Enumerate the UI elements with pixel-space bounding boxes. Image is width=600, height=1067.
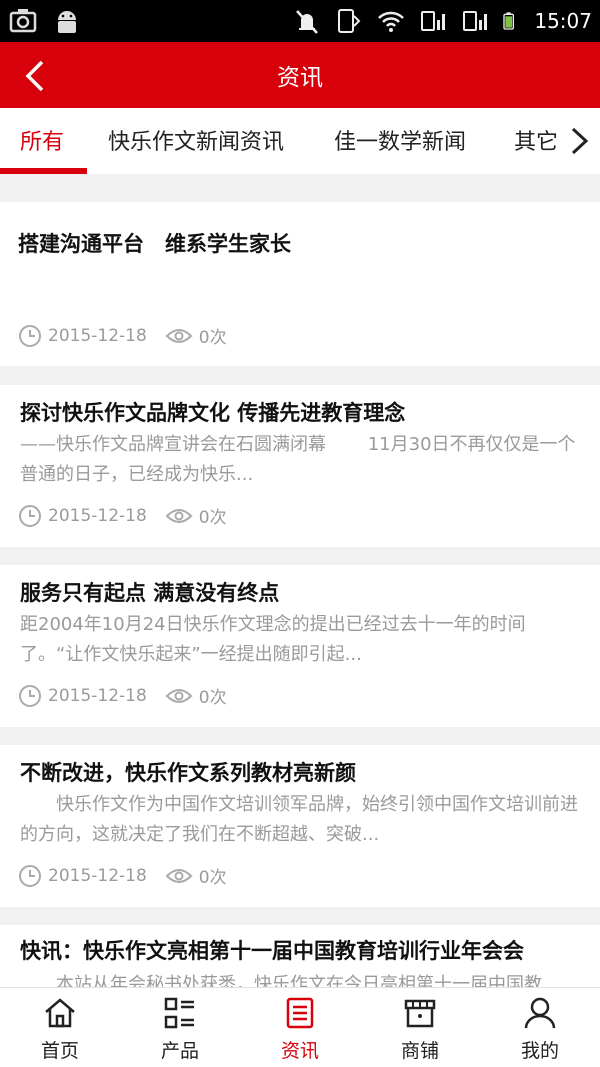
camera-icon <box>9 9 37 33</box>
top-navbar: 资讯 <box>0 42 600 108</box>
article-views: 0次 <box>198 508 227 528</box>
article-views: 0次 <box>198 688 227 708</box>
nav-me[interactable]: 我的 <box>480 988 600 1067</box>
phone-signal-icon <box>338 9 361 33</box>
article-card[interactable]: 探讨快乐作文品牌文化 传播先进教育理念 ——快乐作文品牌宣讲会在石圆满闭幕 11… <box>0 385 600 547</box>
article-card[interactable]: 搭建沟通平台 维系学生家长 2015-12-18 0次 <box>0 202 600 366</box>
shop-icon <box>404 999 436 1028</box>
battery-charging-icon <box>503 12 515 30</box>
article-date: 2015-12-18 <box>48 865 147 886</box>
article-meta: 2015-12-18 0次 <box>18 323 227 348</box>
article-meta: 2015-12-18 0次 <box>18 503 227 528</box>
sim2-signal-icon <box>463 11 488 31</box>
clock-icon <box>19 864 41 887</box>
eye-icon <box>165 328 193 343</box>
article-title: 探讨快乐作文品牌文化 传播先进教育理念 <box>20 401 406 425</box>
article-title: 不断改进，快乐作文系列教材亮新颜 <box>20 761 356 785</box>
status-bar: 15:07 <box>0 0 600 42</box>
article-title: 服务只有起点 满意没有终点 <box>20 581 280 605</box>
tab-other[interactable]: 其它 <box>514 124 558 156</box>
grid-list-icon <box>164 997 194 1029</box>
nav-label: 商铺 <box>400 1040 439 1062</box>
eye-icon <box>165 508 193 523</box>
article-summary: 距2004年10月24日快乐作文理念的提出已经过去十一年的时间了。“让作文快乐起… <box>20 614 526 665</box>
tab-jiayi-math-news[interactable]: 佳一数学新闻 <box>334 124 466 156</box>
clock-icon <box>19 324 41 347</box>
article-summary: 快乐作文作为中国作文培训领军品牌，始终引领中国作文培训前进的方向，这就决定了我们… <box>20 794 578 845</box>
article-title: 快讯：快乐作文亮相第十一届中国教育培训行业年会会 <box>20 939 524 963</box>
article-card[interactable]: 服务只有起点 满意没有终点 距2004年10月24日快乐作文理念的提出已经过去十… <box>0 565 600 727</box>
article-summary: 本站从年会秘书处获悉，快乐作文在今日亮相第十一届中国教 <box>20 974 542 987</box>
page-title: 资讯 <box>277 65 323 91</box>
nav-label: 资讯 <box>280 1040 319 1062</box>
clock-icon <box>19 684 41 707</box>
nav-label: 首页 <box>40 1040 79 1062</box>
home-icon <box>45 998 75 1028</box>
article-date: 2015-12-18 <box>48 685 147 706</box>
sim1-signal-icon <box>421 11 446 31</box>
article-card[interactable]: 不断改进，快乐作文系列教材亮新颜 快乐作文作为中国作文培训领军品牌，始终引领中国… <box>0 745 600 907</box>
nav-label: 产品 <box>160 1040 199 1062</box>
tab-all[interactable]: 所有 <box>20 124 64 156</box>
news-icon <box>286 997 314 1029</box>
user-icon <box>524 997 556 1029</box>
nav-label: 我的 <box>520 1040 559 1062</box>
eye-icon <box>165 868 193 883</box>
article-card[interactable]: 快讯：快乐作文亮相第十一届中国教育培训行业年会会 本站从年会秘书处获悉，快乐作文… <box>0 925 600 987</box>
status-time: 15:07 <box>534 9 592 33</box>
article-date: 2015-12-18 <box>48 505 147 526</box>
article-meta: 2015-12-18 0次 <box>18 863 227 888</box>
active-tab-indicator <box>0 168 87 174</box>
article-title: 搭建沟通平台 维系学生家长 <box>18 232 291 256</box>
article-summary: ——快乐作文品牌宣讲会在石圆满闭幕 11月30日不再仅仅是一个普通的日子，已经成… <box>20 434 576 485</box>
article-date: 2015-12-18 <box>48 325 147 346</box>
clock-icon <box>19 504 41 527</box>
nav-home[interactable]: 首页 <box>0 988 120 1067</box>
article-views: 0次 <box>198 868 227 888</box>
tab-happy-writing-news[interactable]: 快乐作文新闻资讯 <box>108 124 284 156</box>
mute-bell-icon <box>296 10 319 34</box>
bottom-navigation: 首页 产品 资讯 商铺 我的 <box>0 987 600 1067</box>
android-icon <box>58 11 76 33</box>
chevron-right-icon <box>571 127 589 155</box>
tabs-scroll-right[interactable] <box>560 108 600 174</box>
category-tabs: 所有 快乐作文新闻资讯 佳一数学新闻 其它 <box>0 108 600 174</box>
article-views: 0次 <box>198 328 227 348</box>
nav-shop[interactable]: 商铺 <box>360 988 480 1067</box>
wifi-icon <box>378 11 405 32</box>
eye-icon <box>165 688 193 703</box>
nav-news[interactable]: 资讯 <box>240 988 360 1067</box>
nav-products[interactable]: 产品 <box>120 988 240 1067</box>
article-meta: 2015-12-18 0次 <box>18 683 227 708</box>
